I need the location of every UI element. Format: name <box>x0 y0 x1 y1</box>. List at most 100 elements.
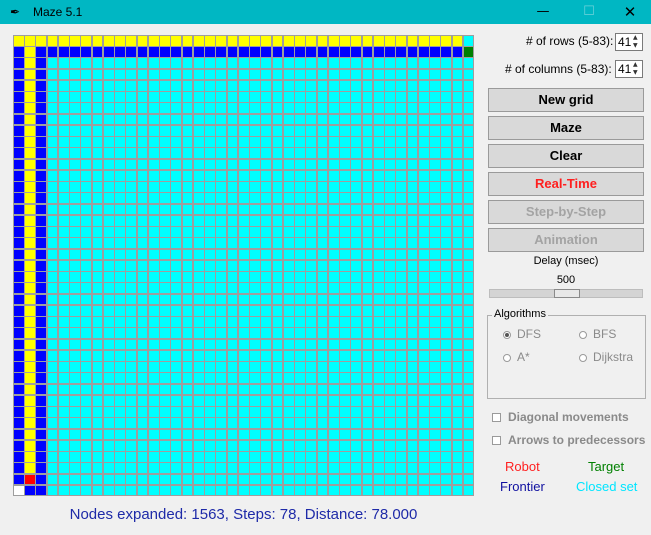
grid-cell[interactable] <box>417 46 430 58</box>
grid-cell[interactable] <box>440 316 452 328</box>
grid-cell[interactable] <box>114 451 126 463</box>
grid-cell[interactable] <box>35 439 48 452</box>
grid-cell[interactable] <box>147 226 160 238</box>
grid-cell[interactable] <box>462 259 475 272</box>
spinner-arrows-icon[interactable]: ▲ ▼ <box>633 61 641 77</box>
grid-cell[interactable] <box>406 349 419 362</box>
grid-cell[interactable] <box>226 271 239 283</box>
grid-cell[interactable] <box>237 79 250 92</box>
animation-button[interactable]: Animation <box>488 228 644 252</box>
grid-cell[interactable] <box>136 484 149 497</box>
grid-cell[interactable] <box>13 124 25 137</box>
grid-cell[interactable] <box>282 68 295 81</box>
grid-cell[interactable] <box>271 394 284 407</box>
grid-cell[interactable] <box>294 46 306 58</box>
grid-cell[interactable] <box>327 158 340 171</box>
grid-cell[interactable] <box>451 316 464 328</box>
grid-cell[interactable] <box>114 35 126 47</box>
grid-cell[interactable] <box>170 248 183 261</box>
grid-cell[interactable] <box>440 237 452 250</box>
grid-cell[interactable] <box>395 293 408 306</box>
grid-cell[interactable] <box>339 271 351 283</box>
grid-cell[interactable] <box>192 428 205 441</box>
grid-cell[interactable] <box>237 57 250 70</box>
grid-cell[interactable] <box>192 248 205 261</box>
grid-cell[interactable] <box>181 113 194 126</box>
grid-cell[interactable] <box>429 192 441 205</box>
grid-cell[interactable] <box>260 79 273 92</box>
grid-cell[interactable] <box>372 304 385 317</box>
grid-cell[interactable] <box>451 304 464 317</box>
grid-cell[interactable] <box>237 237 250 250</box>
grid-cell[interactable] <box>147 293 160 306</box>
grid-cell[interactable] <box>384 35 396 47</box>
grid-cell[interactable] <box>429 136 441 148</box>
grid-cell[interactable] <box>24 361 36 373</box>
grid-cell[interactable] <box>114 169 126 182</box>
grid-cell[interactable] <box>339 349 351 362</box>
grid-cell[interactable] <box>339 46 351 58</box>
grid-cell[interactable] <box>35 136 48 148</box>
grid-cell[interactable] <box>429 91 441 103</box>
grid-cell[interactable] <box>395 124 408 137</box>
grid-cell[interactable] <box>384 304 396 317</box>
grid-cell[interactable] <box>406 428 419 441</box>
grid-cell[interactable] <box>114 248 126 261</box>
grid-cell[interactable] <box>462 91 475 103</box>
grid-cell[interactable] <box>271 462 284 474</box>
grid-cell[interactable] <box>339 147 351 160</box>
grid-cell[interactable] <box>249 394 261 407</box>
grid-cell[interactable] <box>24 124 36 137</box>
grid-cell[interactable] <box>282 327 295 340</box>
grid-cell[interactable] <box>429 46 441 58</box>
grid-cell[interactable] <box>192 79 205 92</box>
grid-cell[interactable] <box>440 136 452 148</box>
grid-cell[interactable] <box>406 451 419 463</box>
grid-cell[interactable] <box>69 237 81 250</box>
grid-cell[interactable] <box>294 383 306 396</box>
grid-cell[interactable] <box>204 462 216 474</box>
grid-cell[interactable] <box>226 248 239 261</box>
grid-cell[interactable] <box>57 102 70 115</box>
grid-cell[interactable] <box>136 192 149 205</box>
grid-cell[interactable] <box>372 473 385 486</box>
grid-cell[interactable] <box>316 338 329 351</box>
grid-cell[interactable] <box>147 68 160 81</box>
grid-cell[interactable] <box>271 282 284 295</box>
grid-cell[interactable] <box>406 35 419 47</box>
grid-cell[interactable] <box>350 79 363 92</box>
grid-cell[interactable] <box>35 181 48 193</box>
grid-cell[interactable] <box>237 91 250 103</box>
grid-cell[interactable] <box>249 484 261 497</box>
grid-cell[interactable] <box>181 124 194 137</box>
grid-cell[interactable] <box>350 338 363 351</box>
grid-cell[interactable] <box>384 237 396 250</box>
grid-cell[interactable] <box>35 35 48 47</box>
grid-cell[interactable] <box>170 68 183 81</box>
grid-cell[interactable] <box>215 327 228 340</box>
grid-cell[interactable] <box>69 372 81 385</box>
grid-cell[interactable] <box>429 462 441 474</box>
grid-cell[interactable] <box>429 214 441 227</box>
grid-cell[interactable] <box>282 181 295 193</box>
grid-cell[interactable] <box>406 124 419 137</box>
grid-cell[interactable] <box>316 462 329 474</box>
grid-cell[interactable] <box>35 282 48 295</box>
grid-cell[interactable] <box>215 462 228 474</box>
grid-cell[interactable] <box>147 35 160 47</box>
grid-cell[interactable] <box>372 169 385 182</box>
grid-cell[interactable] <box>226 158 239 171</box>
grid-cell[interactable] <box>226 394 239 407</box>
grid-cell[interactable] <box>125 136 138 148</box>
grid-cell[interactable] <box>372 428 385 441</box>
grid-cell[interactable] <box>271 35 284 47</box>
grid-cell[interactable] <box>440 282 452 295</box>
grid-cell[interactable] <box>215 79 228 92</box>
maze-button[interactable]: Maze <box>488 116 644 140</box>
grid-cell[interactable] <box>384 361 396 373</box>
grid-cell[interactable] <box>271 406 284 418</box>
grid-cell[interactable] <box>384 147 396 160</box>
grid-cell[interactable] <box>35 158 48 171</box>
grid-cell[interactable] <box>395 282 408 295</box>
grid-cell[interactable] <box>159 226 171 238</box>
